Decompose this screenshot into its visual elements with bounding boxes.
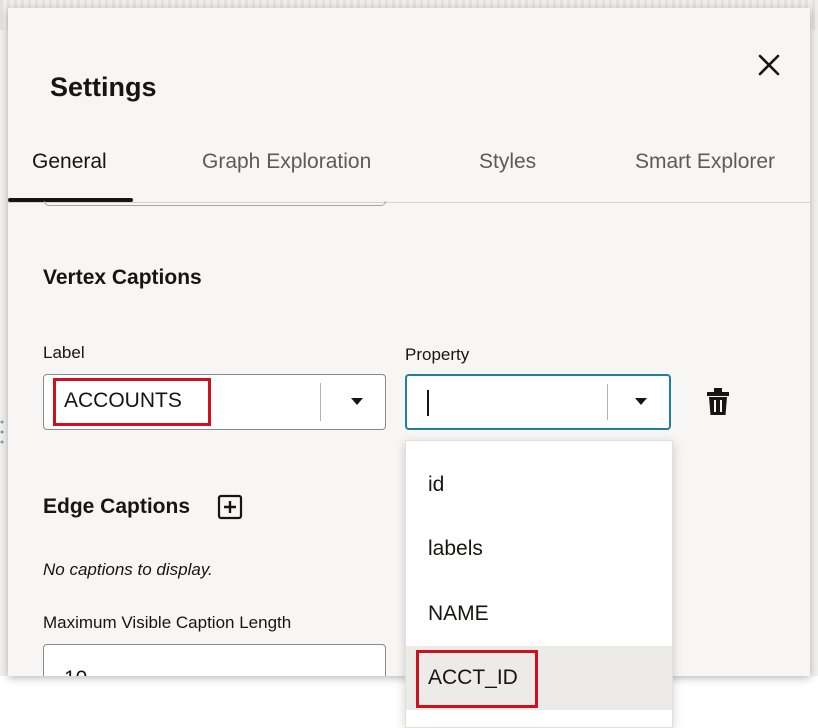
max-caption-length-value: 10 (64, 667, 87, 676)
edge-captions-title: Edge Captions (43, 495, 191, 518)
max-caption-length-label: Maximum Visible Caption Length (43, 613, 292, 632)
property-dropdown: id labels NAME ACCT_ID (405, 440, 673, 728)
add-edge-caption-button[interactable] (216, 493, 244, 521)
label-field-label: Label (43, 343, 85, 362)
edge-captions-empty-text: No captions to display. (43, 560, 213, 579)
plus-square-icon (217, 494, 243, 520)
option-label: NAME (428, 602, 489, 625)
settings-tabs: General Graph Exploration Styles Smart E… (8, 136, 810, 203)
label-select-toggle[interactable] (329, 375, 385, 429)
scrolled-field-edge (44, 201, 386, 206)
tab-smart-explorer[interactable]: Smart Explorer (635, 150, 775, 174)
property-option-id[interactable]: id (406, 453, 672, 517)
acct-id-highlight (416, 650, 538, 708)
close-icon (758, 54, 780, 76)
increment-button[interactable] (334, 667, 362, 676)
label-select[interactable]: ACCOUNTS (43, 374, 386, 430)
text-caret (427, 390, 429, 416)
chevron-down-icon (351, 398, 363, 405)
dialog-title: Settings (50, 72, 157, 102)
property-option-acct-id[interactable]: ACCT_ID (406, 646, 672, 710)
chevron-down-icon (635, 398, 647, 405)
close-button[interactable] (754, 50, 784, 80)
option-label: id (428, 473, 445, 496)
max-caption-length-stepper[interactable]: 10 (43, 644, 386, 676)
trash-icon (707, 388, 729, 415)
chevron-down-icon (282, 667, 310, 676)
background-handle (0, 420, 4, 444)
chevron-up-icon (334, 667, 362, 676)
tab-graph-exploration[interactable]: Graph Exploration (202, 150, 371, 174)
label-value-highlight (53, 378, 211, 426)
option-label: labels (428, 537, 483, 560)
property-select[interactable] (405, 374, 671, 430)
delete-caption-button[interactable] (702, 386, 734, 418)
property-field-label: Property (405, 345, 470, 364)
select-divider (320, 383, 321, 421)
tab-general[interactable]: General (32, 150, 107, 174)
vertex-captions-title: Vertex Captions (43, 266, 202, 289)
select-divider (607, 384, 608, 420)
property-option-name[interactable]: NAME (406, 582, 672, 646)
decrement-button[interactable] (282, 667, 310, 676)
tab-styles[interactable]: Styles (479, 150, 536, 174)
property-option-labels[interactable]: labels (406, 517, 672, 581)
property-select-toggle[interactable] (613, 376, 669, 428)
